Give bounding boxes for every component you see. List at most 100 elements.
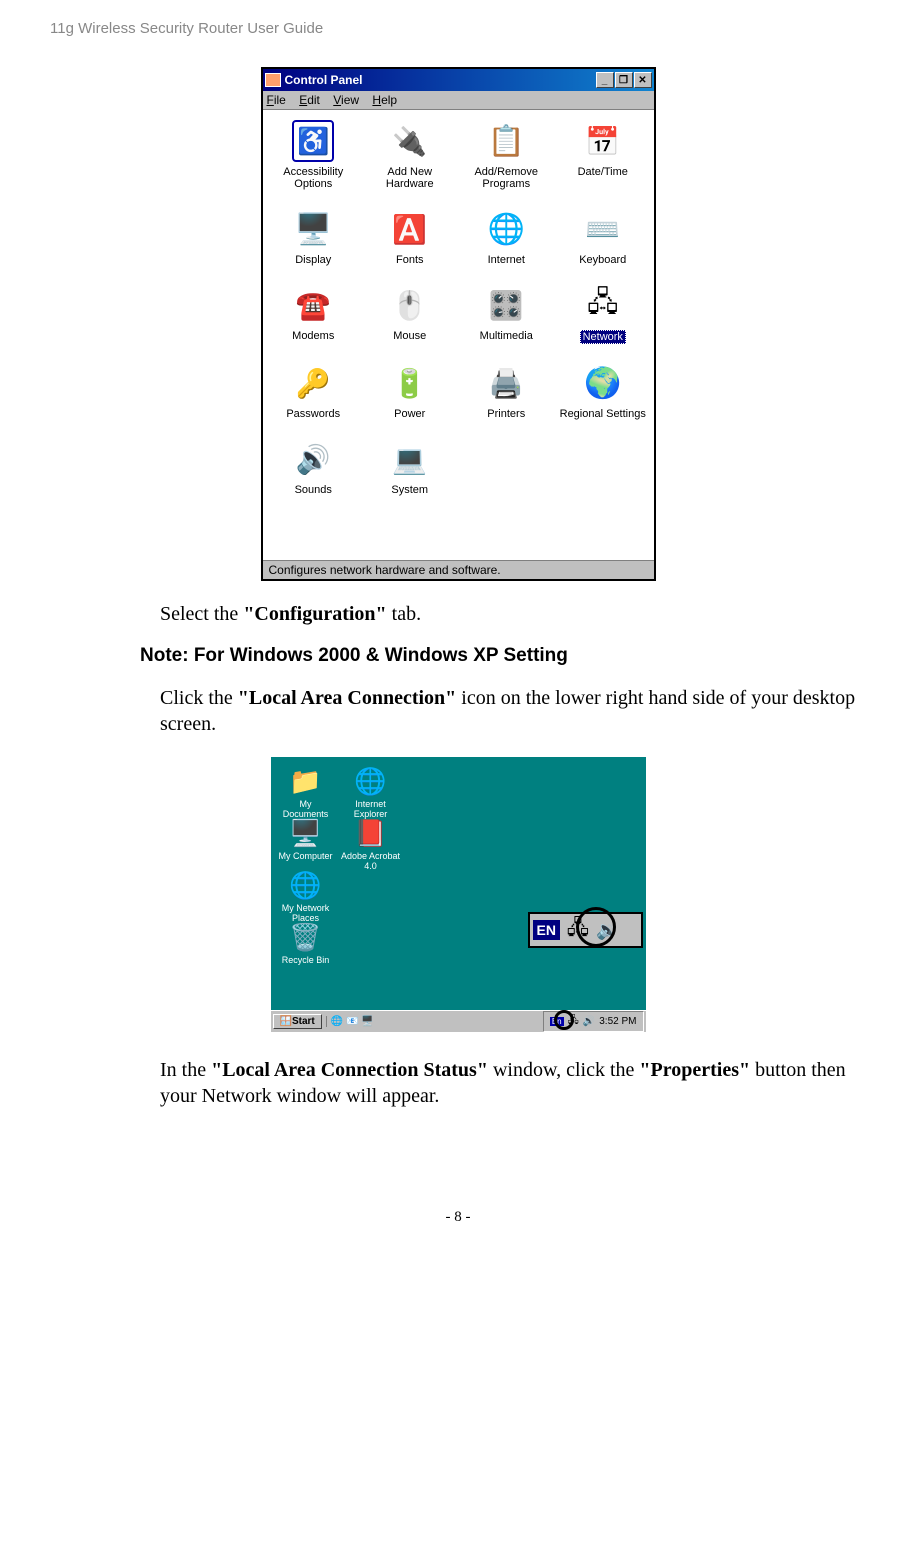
cp-item-label: Sounds bbox=[268, 484, 360, 496]
cp-item-internet[interactable]: Internet bbox=[461, 208, 553, 266]
desktop-icon-adobe-acrobat-4-0[interactable]: 📕Adobe Acrobat 4.0 bbox=[341, 817, 401, 871]
cp-item-keyboard[interactable]: Keyboard bbox=[557, 208, 649, 266]
icon-sounds bbox=[292, 438, 334, 480]
control-panel-window: Control Panel _ ❐ ✕ File Edit View Help … bbox=[261, 67, 656, 581]
cp-item-network[interactable]: Network bbox=[557, 284, 649, 344]
icon-hardware bbox=[389, 120, 431, 162]
circle-annotation-inset bbox=[576, 907, 616, 947]
desktop-icon-image: 🗑️ bbox=[290, 921, 322, 953]
cp-item-regional-settings[interactable]: Regional Settings bbox=[557, 362, 649, 420]
tray-volume-icon[interactable]: 🔊 bbox=[583, 1016, 595, 1027]
page-header: 11g Wireless Security Router User Guide bbox=[50, 20, 866, 37]
desktop-icon-label: My Network Places bbox=[276, 903, 336, 923]
desktop-icon-label: My Computer bbox=[276, 851, 336, 861]
icon-power bbox=[389, 362, 431, 404]
desktop-icon-my-network-places[interactable]: 🌐My Network Places bbox=[276, 869, 336, 923]
desktop-icon-internet-explorer[interactable]: 🌐Internet Explorer bbox=[341, 765, 401, 819]
cp-item-label: Multimedia bbox=[461, 330, 553, 342]
circle-annotation-taskbar bbox=[554, 1010, 574, 1030]
cp-item-label: Display bbox=[268, 254, 360, 266]
cp-item-modems[interactable]: Modems bbox=[268, 284, 360, 344]
title-bar: Control Panel _ ❐ ✕ bbox=[263, 69, 654, 91]
cp-item-mouse[interactable]: Mouse bbox=[364, 284, 456, 344]
icon-accessibility bbox=[292, 120, 334, 162]
desktop-icon-image: 🌐 bbox=[355, 765, 387, 797]
cp-item-display[interactable]: Display bbox=[268, 208, 360, 266]
cp-item-multimedia[interactable]: Multimedia bbox=[461, 284, 553, 344]
cp-item-label: Fonts bbox=[364, 254, 456, 266]
cp-item-label: Modems bbox=[268, 330, 360, 342]
icon-keyboard bbox=[582, 208, 624, 250]
cp-item-label: Network bbox=[580, 330, 626, 344]
maximize-button[interactable]: ❐ bbox=[615, 72, 633, 88]
desktop-icon-my-documents[interactable]: 📁My Documents bbox=[276, 765, 336, 819]
menu-help[interactable]: Help bbox=[372, 93, 397, 107]
icon-printers bbox=[485, 362, 527, 404]
status-bar: Configures network hardware and software… bbox=[263, 560, 654, 579]
desktop-icon-image: 🌐 bbox=[290, 869, 322, 901]
instruction-1: Select the "Configuration" tab. bbox=[160, 601, 866, 627]
icon-datetime bbox=[582, 120, 624, 162]
desktop-icon-label: Internet Explorer bbox=[341, 799, 401, 819]
quicklaunch[interactable]: 🌐 📧 🖥️ bbox=[326, 1016, 378, 1027]
cp-item-label: Mouse bbox=[364, 330, 456, 342]
inset-lang-indicator: EN bbox=[533, 920, 560, 940]
icon-mouse bbox=[389, 284, 431, 326]
cp-item-label: Keyboard bbox=[557, 254, 649, 266]
desktop-icon-label: Adobe Acrobat 4.0 bbox=[341, 851, 401, 871]
note-heading: Note: For Windows 2000 & Windows XP Sett… bbox=[140, 645, 866, 667]
desktop-icon-my-computer[interactable]: 🖥️ My Computer bbox=[276, 817, 336, 861]
menu-file[interactable]: File bbox=[267, 93, 286, 107]
desktop-icon-image: 🖥️ bbox=[290, 817, 322, 849]
cp-item-label: Add New Hardware bbox=[364, 166, 456, 190]
taskbar: 🪟 Start 🌐 📧 🖥️ En 🖧 🔊 3:52 PM bbox=[271, 1010, 646, 1032]
desktop-icon-label: My Documents bbox=[276, 799, 336, 819]
cp-item-sounds[interactable]: Sounds bbox=[268, 438, 360, 496]
cp-item-passwords[interactable]: Passwords bbox=[268, 362, 360, 420]
cp-item-label: Passwords bbox=[268, 408, 360, 420]
cp-item-label: Regional Settings bbox=[557, 408, 649, 420]
icon-system bbox=[389, 438, 431, 480]
cp-item-label: Internet bbox=[461, 254, 553, 266]
instruction-2: Click the "Local Area Connection" icon o… bbox=[160, 685, 866, 737]
cp-item-date-time[interactable]: Date/Time bbox=[557, 120, 649, 190]
menu-bar: File Edit View Help bbox=[263, 91, 654, 110]
icon-fonts bbox=[389, 208, 431, 250]
desktop-screenshot: 🪟 Start 🌐 📧 🖥️ En 🖧 🔊 3:52 PM EN 🖧 🔉 📁My… bbox=[271, 757, 646, 1032]
cp-item-label: Printers bbox=[461, 408, 553, 420]
desktop-figure: 🪟 Start 🌐 📧 🖥️ En 🖧 🔊 3:52 PM EN 🖧 🔉 📁My… bbox=[50, 757, 866, 1037]
cp-item-label: Accessibility Options bbox=[268, 166, 360, 190]
icon-regional bbox=[582, 362, 624, 404]
desktop-icon-recycle-bin[interactable]: 🗑️ Recycle Bin bbox=[276, 921, 336, 965]
start-button[interactable]: 🪟 Start bbox=[273, 1014, 322, 1029]
desktop-icon-image: 📕 bbox=[355, 817, 387, 849]
close-button[interactable]: ✕ bbox=[634, 72, 652, 88]
cp-item-printers[interactable]: Printers bbox=[461, 362, 553, 420]
icon-passwords bbox=[292, 362, 334, 404]
instruction-3: In the "Local Area Connection Status" wi… bbox=[160, 1057, 866, 1109]
desktop-icon-image: 📁 bbox=[290, 765, 322, 797]
icon-multimedia bbox=[485, 284, 527, 326]
desktop-icon-label: Recycle Bin bbox=[276, 955, 336, 965]
icon-network bbox=[582, 284, 624, 326]
cp-item-power[interactable]: Power bbox=[364, 362, 456, 420]
icon-modems bbox=[292, 284, 334, 326]
page-number: - 8 - bbox=[50, 1209, 866, 1226]
control-panel-icon bbox=[265, 73, 281, 87]
icon-display bbox=[292, 208, 334, 250]
cp-item-accessibility-options[interactable]: Accessibility Options bbox=[268, 120, 360, 190]
icon-internet bbox=[485, 208, 527, 250]
minimize-button[interactable]: _ bbox=[596, 72, 614, 88]
control-panel-figure: Control Panel _ ❐ ✕ File Edit View Help … bbox=[50, 67, 866, 581]
cp-item-add-new-hardware[interactable]: Add New Hardware bbox=[364, 120, 456, 190]
icon-programs bbox=[485, 120, 527, 162]
cp-item-label: Date/Time bbox=[557, 166, 649, 178]
cp-item-fonts[interactable]: Fonts bbox=[364, 208, 456, 266]
cp-item-add-remove-programs[interactable]: Add/Remove Programs bbox=[461, 120, 553, 190]
cp-item-system[interactable]: System bbox=[364, 438, 456, 496]
window-title: Control Panel bbox=[285, 73, 363, 87]
menu-edit[interactable]: Edit bbox=[299, 93, 320, 107]
cp-item-label: System bbox=[364, 484, 456, 496]
control-panel-body: Accessibility OptionsAdd New HardwareAdd… bbox=[263, 110, 654, 560]
menu-view[interactable]: View bbox=[333, 93, 359, 107]
